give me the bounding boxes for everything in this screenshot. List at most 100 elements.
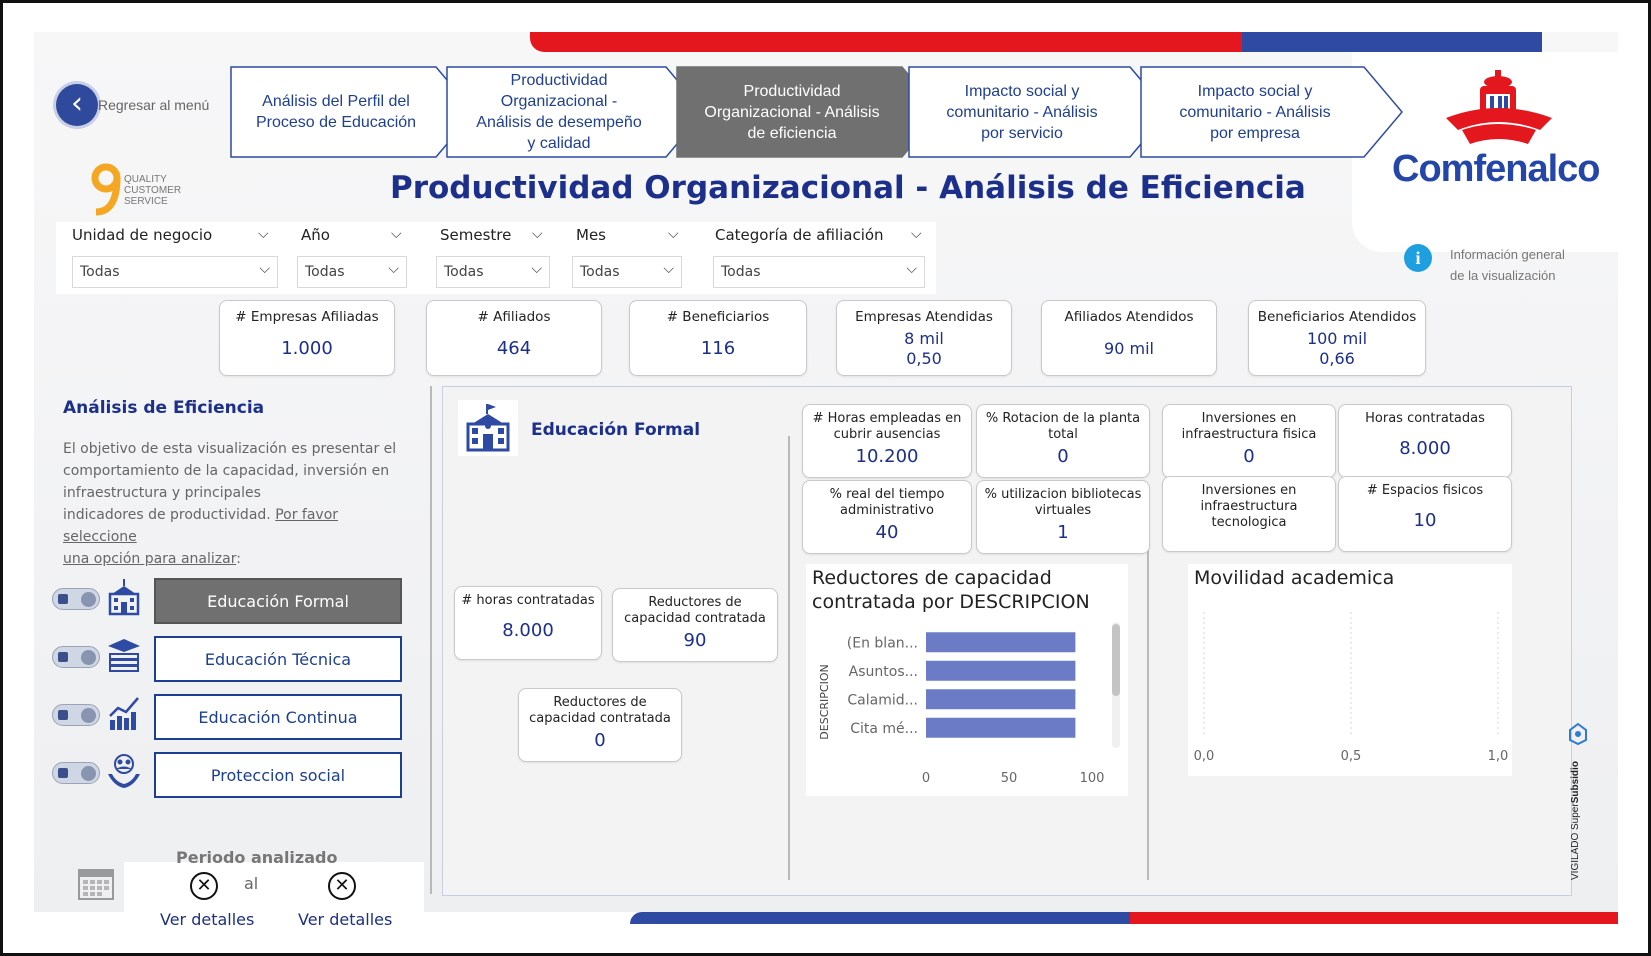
kpi-ratio: 0,66 [1319, 349, 1355, 368]
filter-dropdown[interactable]: Todas ⌵ [713, 256, 925, 288]
metric-title: % Rotacion de la planta total [977, 411, 1149, 443]
desc-line: indicadores de productividad. Por favor … [63, 504, 413, 548]
option-icon-wrap [106, 636, 142, 676]
school-building-icon [108, 579, 140, 616]
metric-card: # Horas empleadas en cubrir ausencias 10.2… [802, 404, 972, 478]
nav-label-line: y calidad [527, 135, 591, 152]
bottom-brand-stripe [630, 912, 1618, 924]
bar[interactable] [926, 660, 1076, 681]
metric-title: # Espacios fisicos [1339, 483, 1511, 499]
nav-label-lines: Productividad Organizacional - Análisis de… [476, 70, 641, 154]
option-toggle-icon[interactable] [52, 646, 100, 668]
chevron-down-icon: ⌵ [388, 261, 399, 277]
chart-scrollbar-thumb[interactable] [1112, 624, 1120, 696]
nav-label-line: Productividad [743, 82, 841, 100]
filters-bar: Unidad de negocio ⌵ Todas ⌵ Año ⌵ Todas … [56, 222, 936, 294]
metric-value: 8.000 [1399, 438, 1451, 459]
option-toggle-icon[interactable] [52, 588, 100, 610]
hands-people-icon [108, 754, 140, 788]
nav-label-line: por empresa [1210, 124, 1300, 142]
kpi-value: 8 mil [904, 329, 944, 348]
chevron-down-icon[interactable]: ⌵ [391, 226, 402, 242]
desc-line: El objetivo de esta visualización es pre… [63, 441, 397, 457]
option-button[interactable]: Educación Formal [154, 578, 402, 624]
desc-line: una opción para analizar: [63, 548, 413, 570]
nav-step-2[interactable]: Productividad Organizacional - Análisis de… [446, 66, 706, 158]
option-toggle-icon[interactable] [52, 762, 100, 784]
metric-title: # horas contratadas [455, 593, 601, 609]
badge-text-bold: Subsidio [1570, 761, 1581, 804]
filter-dropdown[interactable]: Todas ⌵ [297, 256, 407, 288]
chevron-down-icon[interactable]: ⌵ [532, 226, 543, 242]
vigilado-supersubsidio-badge: VIGILADO SuperSubsidio [1568, 722, 1588, 880]
period-start-details-link[interactable]: Ver detalles [160, 910, 254, 929]
top-stripe-red [530, 32, 1242, 52]
quality-line-1: QUALITY [124, 174, 167, 185]
kpi-title: # Empresas Afiliadas [235, 309, 379, 325]
chevron-down-icon[interactable]: ⌵ [668, 226, 679, 242]
filter-dropdown[interactable]: Todas ⌵ [436, 256, 550, 288]
analysis-option-3[interactable]: Educación Continua [52, 694, 402, 740]
metric-title-line: capacidad contratada [529, 711, 671, 726]
nav-label-line: Proceso de Educación [255, 114, 417, 131]
bar[interactable] [926, 632, 1076, 653]
metric-card: Horas contratadas 8.000 [1338, 404, 1512, 478]
option-toggle-icon[interactable] [52, 704, 100, 726]
period-start-clear-icon[interactable]: ✕ [190, 872, 218, 900]
metric-title-line: # Espacios fisicos [1366, 483, 1484, 498]
desc-link: una opción para analizar [63, 551, 237, 567]
nav-step-4[interactable]: Impacto social y comunitario - Análisis po… [908, 66, 1170, 158]
metric-title: Horas contratadas [1339, 411, 1511, 427]
nav-step-5[interactable]: Impacto social y comunitario - Análisis po… [1140, 66, 1404, 158]
school-building-icon [466, 404, 510, 452]
nav-label-line: Impacto social y [1197, 82, 1313, 100]
kpi-value: 116 [700, 338, 736, 359]
nav-label-line: de eficiencia [747, 124, 837, 142]
analysis-option-1[interactable]: Educación Formal [52, 578, 402, 624]
metric-title-line: cubrir ausencias [833, 427, 941, 442]
filter-label: Semestre [440, 226, 512, 244]
kpi-beneficiarios-atendidos: Beneficiarios Atendidos 100 mil 0,66 [1248, 300, 1426, 376]
filter-dropdown[interactable]: Todas ⌵ [72, 256, 278, 288]
info-icon[interactable]: i [1404, 244, 1432, 272]
nav-label-lines: Análisis del Perfil del Proceso de Educac… [256, 91, 416, 133]
chevron-down-icon[interactable]: ⌵ [258, 226, 269, 242]
reductores-chart: Reductores de capacidad contratada por D… [806, 564, 1128, 796]
kpi-value: 100 mil [1306, 329, 1368, 348]
bar[interactable] [926, 717, 1076, 738]
bar[interactable] [926, 689, 1076, 710]
x-tick-label: 1,0 [1488, 749, 1509, 764]
filter-label: Categoría de afiliación [715, 226, 884, 244]
nav-step-label: Análisis del Perfil del Proceso de Educac… [234, 66, 438, 158]
nav-step-3[interactable]: Productividad Organizacional - Análisis de… [676, 66, 942, 158]
option-button[interactable]: Proteccion social [154, 752, 402, 798]
growth-chart-icon [109, 697, 139, 730]
metric-value: 0 [594, 730, 606, 751]
metric-title: Reductores de capacidad contratada [519, 695, 681, 727]
visualization-info-button[interactable]: i Información general de la visualizació… [1404, 244, 1565, 286]
metric-card: Reductores de capacidad contratada 90 [612, 588, 778, 662]
metric-title-line: virtuales [1034, 503, 1092, 518]
period-end-clear-icon[interactable]: ✕ [328, 872, 356, 900]
top-brand-stripe [530, 32, 1618, 52]
nav-label-line: comunitario - Análisis [946, 103, 1098, 121]
category-label: Asuntos... [849, 664, 918, 680]
period-end-details-link[interactable]: Ver detalles [298, 910, 392, 929]
x-tick-label: 100 [1080, 771, 1105, 786]
nav-step-1[interactable]: Análisis del Perfil del Proceso de Educac… [230, 66, 476, 158]
filter-dropdown[interactable]: Todas ⌵ [572, 256, 682, 288]
metric-card: % Rotacion de la planta total 0 [976, 404, 1150, 478]
analysis-option-4[interactable]: Proteccion social [52, 752, 402, 798]
comfenalco-emblem-icon [1446, 70, 1552, 144]
metric-title-line: Horas contratadas [1365, 411, 1485, 426]
bottom-stripe-red [1130, 912, 1618, 924]
chevron-down-icon[interactable]: ⌵ [911, 226, 922, 242]
metric-title-line: Inversiones en [1201, 411, 1297, 426]
option-button[interactable]: Educación Continua [154, 694, 402, 740]
option-button[interactable]: Educación Técnica [154, 636, 402, 682]
back-to-menu-button[interactable]: ‹ Regresar al menú [56, 84, 209, 126]
analysis-option-2[interactable]: Educación Técnica [52, 636, 402, 682]
analysis-description: El objetivo de esta visualización es pre… [63, 438, 413, 570]
nav-label-lines: Impacto social y comunitario - Análisis po… [946, 81, 1097, 144]
filter-label: Año [301, 226, 330, 244]
